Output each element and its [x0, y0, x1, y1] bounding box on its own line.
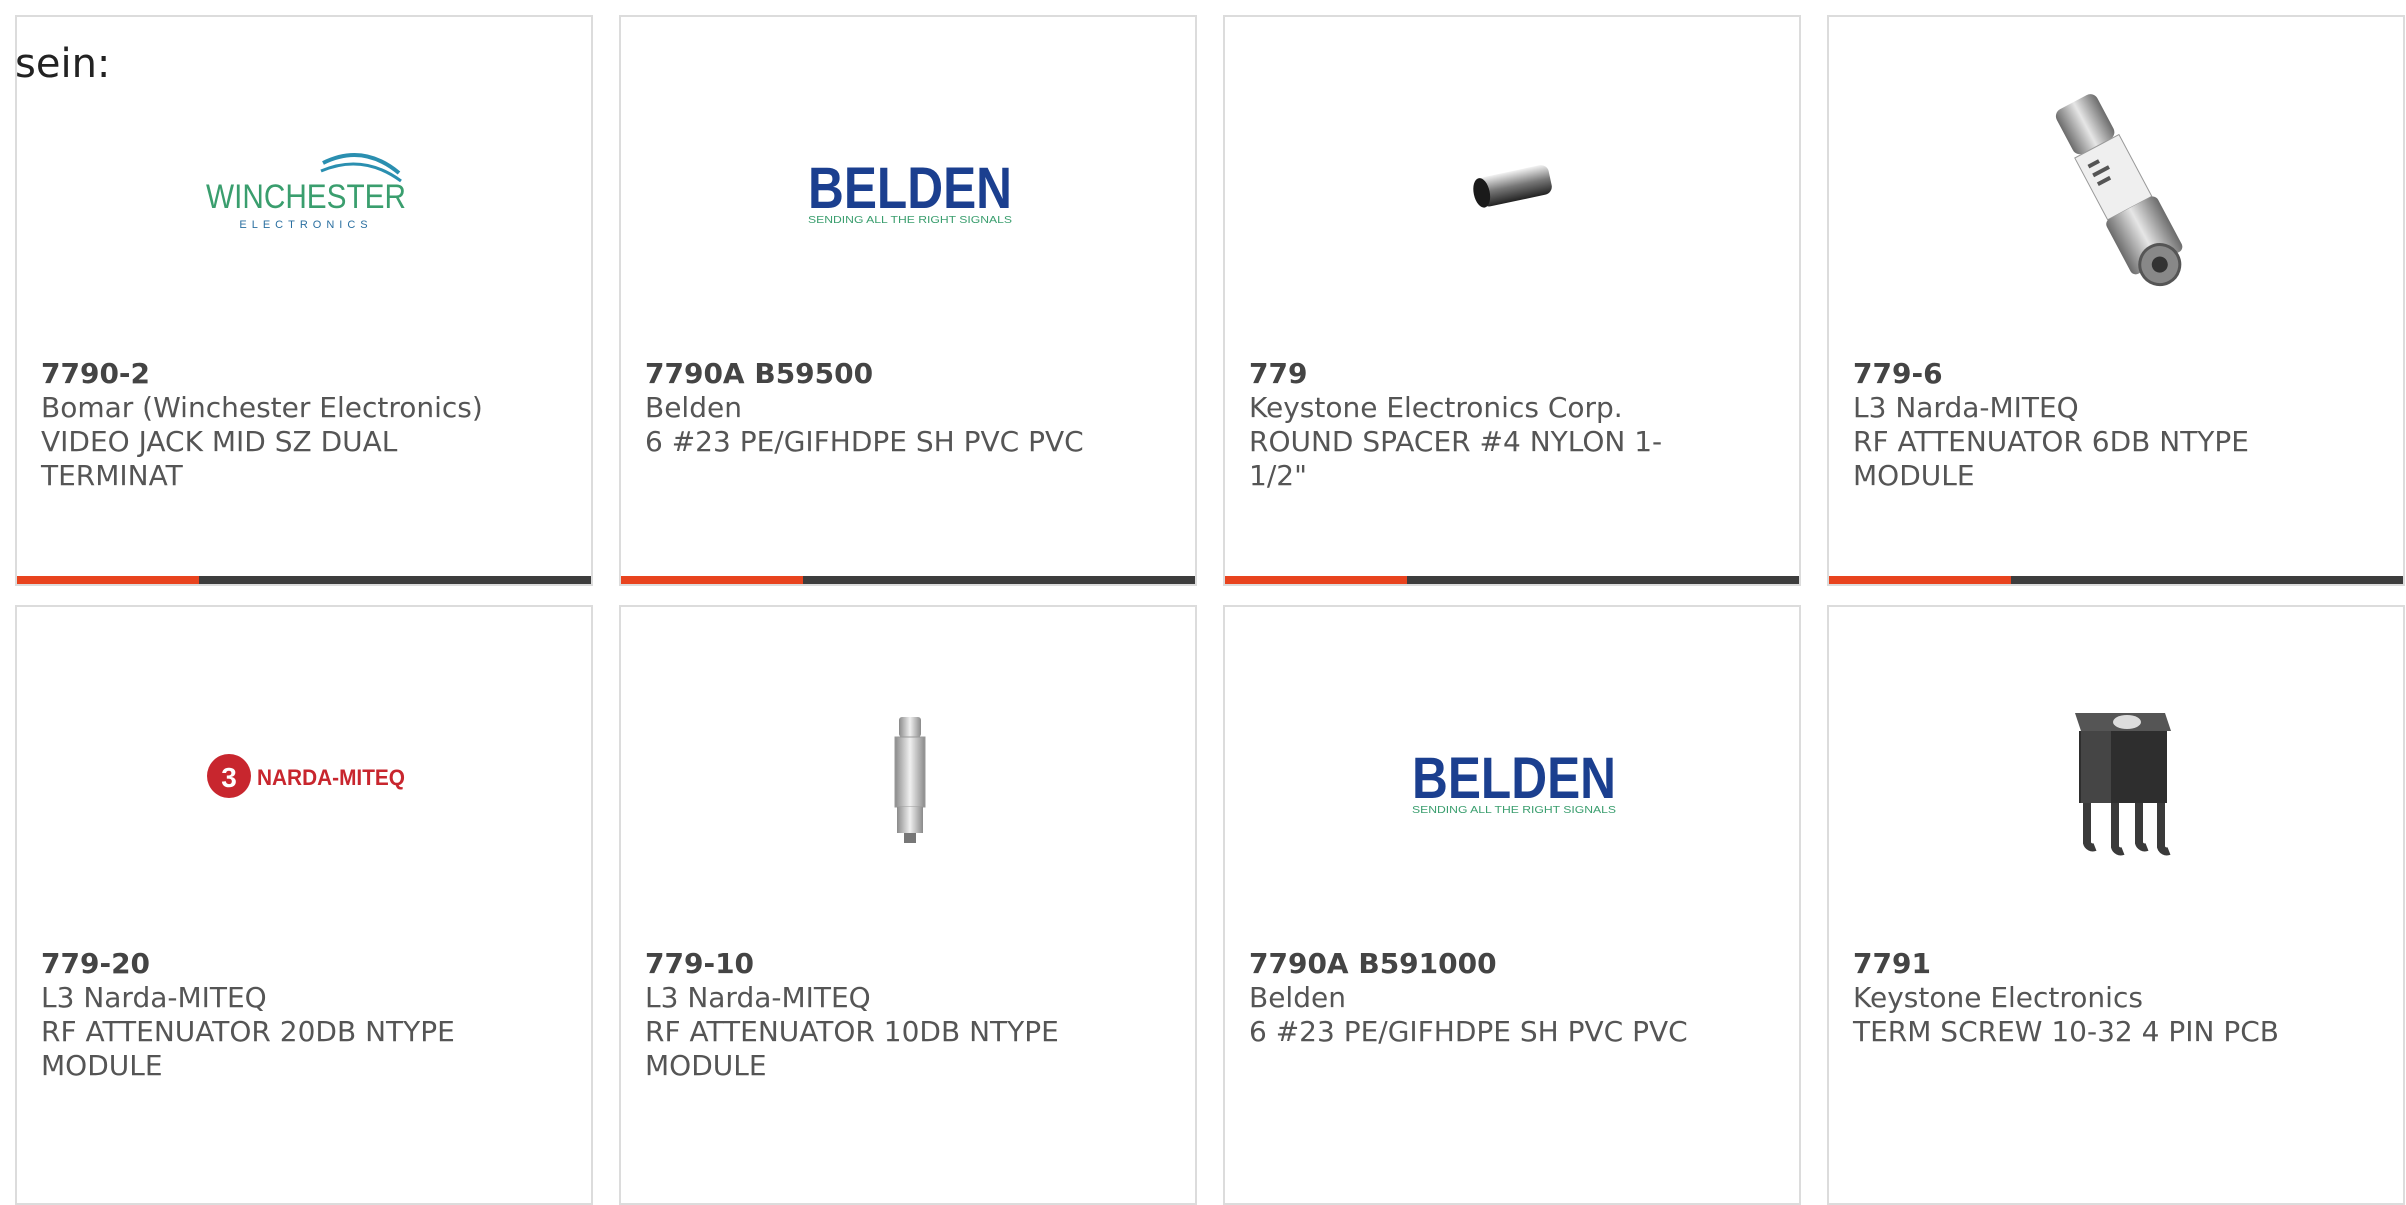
- product-card[interactable]: WINCHESTER ELECTRONICS 7790-2 Bomar (Win…: [15, 15, 593, 586]
- belden-logo-text: BELDEN: [1412, 746, 1616, 811]
- part-number[interactable]: 779-20: [41, 947, 561, 981]
- description-line: MODULE: [41, 1049, 163, 1082]
- small-attenuator-photo: [807, 673, 1013, 879]
- manufacturer: Belden: [1249, 981, 1346, 1014]
- rf-attenuator-photo: [2015, 83, 2221, 289]
- belden-logo: BELDEN SENDING ALL THE RIGHT SIGNALS: [1411, 673, 1617, 879]
- part-number[interactable]: 7790A B59500: [645, 357, 1165, 391]
- part-number[interactable]: 779: [1249, 357, 1769, 391]
- description-line: 1/2": [1249, 459, 1307, 492]
- card-accent-bar: [1829, 576, 2403, 584]
- part-number[interactable]: 779-10: [645, 947, 1165, 981]
- manufacturer: Keystone Electronics Corp.: [1249, 391, 1623, 424]
- belden-logo-tagline: SENDING ALL THE RIGHT SIGNALS: [1412, 805, 1616, 816]
- product-card[interactable]: BELDEN SENDING ALL THE RIGHT SIGNALS 779…: [619, 15, 1197, 586]
- narda-miteq-logo: 3 NARDA-MITEQ: [203, 673, 409, 879]
- product-card[interactable]: 779-6 L3 Narda-MITEQ RF ATTENUATOR 6DB N…: [1827, 15, 2405, 586]
- description-line: RF ATTENUATOR 10DB NTYPE: [645, 1015, 1059, 1048]
- card-accent-bar: [621, 576, 1195, 584]
- product-card[interactable]: 779 Keystone Electronics Corp. ROUND SPA…: [1223, 15, 1801, 586]
- part-number[interactable]: 7791: [1853, 947, 2373, 981]
- round-spacer-photo: [1411, 83, 1617, 289]
- card-accent-bar: [17, 576, 591, 584]
- description-line: MODULE: [1853, 459, 1975, 492]
- narda-logo-text: NARDA-MITEQ: [257, 765, 405, 790]
- manufacturer: L3 Narda-MITEQ: [1853, 391, 2079, 424]
- narda-logo-mark: 3: [221, 762, 237, 793]
- description-line: 6 #23 PE/GIFHDPE SH PVC PVC: [645, 425, 1084, 458]
- description-line: 6 #23 PE/GIFHDPE SH PVC PVC: [1249, 1015, 1688, 1048]
- description-line: RF ATTENUATOR 6DB NTYPE: [1853, 425, 2249, 458]
- manufacturer: Keystone Electronics: [1853, 981, 2143, 1014]
- belden-logo-text: BELDEN: [808, 156, 1012, 221]
- belden-logo-tagline: SENDING ALL THE RIGHT SIGNALS: [808, 215, 1012, 226]
- description-line: VIDEO JACK MID SZ DUAL: [41, 425, 398, 458]
- manufacturer: L3 Narda-MITEQ: [645, 981, 871, 1014]
- intro-text: sein:: [15, 41, 111, 87]
- manufacturer: L3 Narda-MITEQ: [41, 981, 267, 1014]
- manufacturer: Bomar (Winchester Electronics): [41, 391, 483, 424]
- description-line: RF ATTENUATOR 20DB NTYPE: [41, 1015, 455, 1048]
- winchester-logo: WINCHESTER ELECTRONICS: [203, 83, 409, 289]
- part-number[interactable]: 7790A B591000: [1249, 947, 1769, 981]
- description-line: MODULE: [645, 1049, 767, 1082]
- winchester-logo-text: WINCHESTER: [206, 178, 406, 216]
- description-line: TERMINAT: [41, 459, 183, 492]
- belden-logo: BELDEN SENDING ALL THE RIGHT SIGNALS: [807, 83, 1013, 289]
- part-number[interactable]: 779-6: [1853, 357, 2373, 391]
- part-number[interactable]: 7790-2: [41, 357, 561, 391]
- winchester-logo-subtext: ELECTRONICS: [239, 219, 372, 231]
- manufacturer: Belden: [645, 391, 742, 424]
- card-accent-bar: [1225, 576, 1799, 584]
- product-card[interactable]: 779-10 L3 Narda-MITEQ RF ATTENUATOR 10DB…: [619, 605, 1197, 1205]
- product-card[interactable]: 3 NARDA-MITEQ 779-20 L3 Narda-MITEQ RF A…: [15, 605, 593, 1205]
- description-line: ROUND SPACER #4 NYLON 1-: [1249, 425, 1663, 458]
- description-line: TERM SCREW 10-32 4 PIN PCB: [1853, 1015, 2279, 1048]
- product-card[interactable]: BELDEN SENDING ALL THE RIGHT SIGNALS 779…: [1223, 605, 1801, 1205]
- terminal-screw-photo: [2015, 673, 2221, 879]
- product-card[interactable]: 7791 Keystone Electronics TERM SCREW 10-…: [1827, 605, 2405, 1205]
